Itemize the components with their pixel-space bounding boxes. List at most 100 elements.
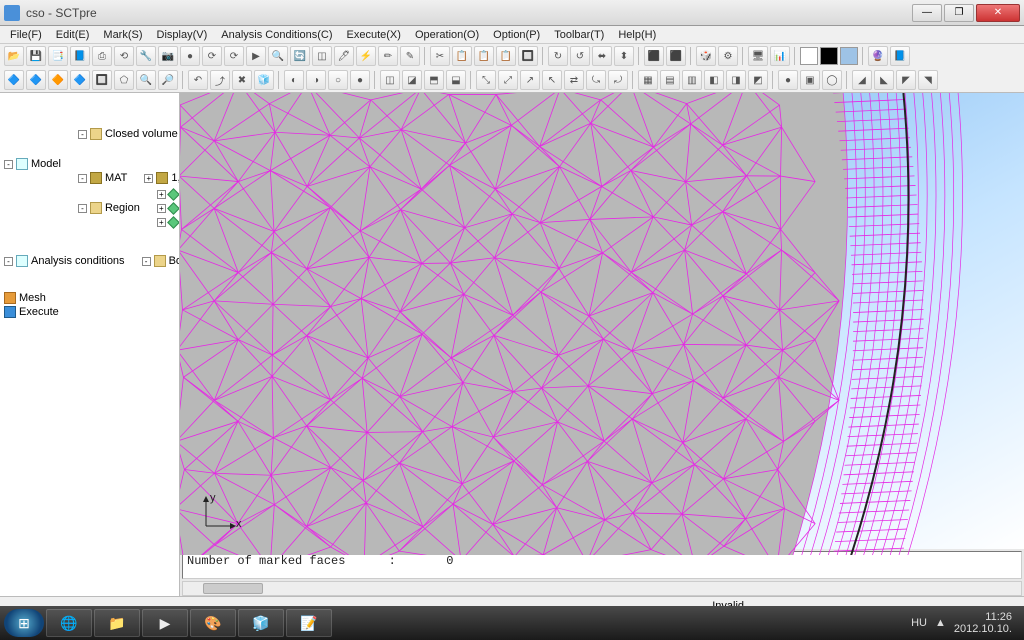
toolbar-button[interactable]: ◫	[312, 46, 332, 66]
taskbar-app[interactable]: 📁	[94, 609, 140, 637]
menu-display[interactable]: Display(V)	[151, 28, 214, 42]
toolbar-button[interactable]: ⟳	[202, 46, 222, 66]
maximize-button[interactable]: ❐	[944, 4, 974, 22]
toolbar-button[interactable]: ▤	[660, 70, 680, 90]
tree-region[interactable]: Region	[105, 202, 140, 214]
tree-scrollbar[interactable]	[182, 581, 1022, 596]
toolbar-button[interactable]: ⬍	[614, 46, 634, 66]
toolbar-button[interactable]: ▦	[638, 70, 658, 90]
toolbar-button[interactable]: ◧	[704, 70, 724, 90]
tray-clock[interactable]: 11:26 2012.10.10.	[954, 611, 1012, 635]
toolbar-button[interactable]: ⤢	[498, 70, 518, 90]
toolbar-button[interactable]: 📋	[496, 46, 516, 66]
menu-file[interactable]: File(F)	[4, 28, 48, 42]
tree-toggle[interactable]: -	[4, 160, 13, 169]
toolbar-button[interactable]: 📘	[70, 46, 90, 66]
toolbar-button[interactable]: ↻	[548, 46, 568, 66]
toolbar-button[interactable]: 🔍	[268, 46, 288, 66]
menu-help[interactable]: Help(H)	[612, 28, 662, 42]
toolbar-button[interactable]: 💾	[26, 46, 46, 66]
tree-panel[interactable]: -Model -Closed volume +0, MAT=0+1, MAT=1…	[0, 93, 180, 596]
toolbar-button[interactable]: 🖊	[334, 46, 354, 66]
toolbar-button[interactable]: ⚡	[356, 46, 376, 66]
scrollbar-thumb[interactable]	[203, 583, 263, 594]
toolbar-button[interactable]: ⤿	[586, 70, 606, 90]
tree-toggle[interactable]: +	[157, 204, 166, 213]
toolbar-button[interactable]: 🔲	[92, 70, 112, 90]
tree-closed-volume[interactable]: Closed volume	[105, 128, 178, 140]
toolbar-button[interactable]: 📊	[770, 46, 790, 66]
tree-toggle[interactable]: +	[157, 218, 166, 227]
toolbar-button[interactable]: ●	[778, 70, 798, 90]
toolbar-button[interactable]: 🔎	[158, 70, 178, 90]
menu-analysis conditions[interactable]: Analysis Conditions(C)	[215, 28, 338, 42]
color-swatch[interactable]	[800, 47, 818, 65]
toolbar-button[interactable]: ●	[350, 70, 370, 90]
toolbar-button[interactable]: ◣	[874, 70, 894, 90]
toolbar-button[interactable]: ◪	[402, 70, 422, 90]
output-console[interactable]: Number of marked faces : 0	[182, 551, 1022, 579]
menu-toolbar[interactable]: Toolbar(T)	[548, 28, 610, 42]
toolbar-button[interactable]: 🧊	[254, 70, 274, 90]
toolbar-button[interactable]: ▥	[682, 70, 702, 90]
toolbar-button[interactable]: ↶	[188, 70, 208, 90]
tree-toggle[interactable]: -	[4, 257, 13, 266]
toolbar-button[interactable]: ⬌	[592, 46, 612, 66]
minimize-button[interactable]: —	[912, 4, 942, 22]
toolbar-button[interactable]: ◐	[284, 70, 304, 90]
tree-toggle[interactable]: +	[157, 190, 166, 199]
toolbar-button[interactable]: ◥	[918, 70, 938, 90]
toolbar-button[interactable]: ⬛	[644, 46, 664, 66]
tree-bc[interactable]: Boundary conditions	[169, 255, 180, 267]
toolbar-button[interactable]: 🔍	[136, 70, 156, 90]
toolbar-button[interactable]: 📷	[158, 46, 178, 66]
toolbar-button[interactable]: ⬠	[114, 70, 134, 90]
toolbar-button[interactable]: 📋	[474, 46, 494, 66]
taskbar-app[interactable]: 🌐	[46, 609, 92, 637]
taskbar-app[interactable]: 📝	[286, 609, 332, 637]
toolbar-button[interactable]: ◢	[852, 70, 872, 90]
toolbar-button[interactable]: ⤴	[210, 70, 230, 90]
menu-mark[interactable]: Mark(S)	[97, 28, 148, 42]
tree-toggle[interactable]: -	[142, 257, 151, 266]
viewport-3d[interactable]: y x	[180, 93, 1024, 549]
toolbar-button[interactable]: 🔷	[4, 70, 24, 90]
menu-edit[interactable]: Edit(E)	[50, 28, 96, 42]
taskbar-app[interactable]: 🧊	[238, 609, 284, 637]
toolbar-button[interactable]: ⬓	[446, 70, 466, 90]
tree-toggle[interactable]: -	[78, 204, 87, 213]
close-button[interactable]: ✕	[976, 4, 1020, 22]
toolbar-button[interactable]: ●	[180, 46, 200, 66]
toolbar-button[interactable]: 🔄	[290, 46, 310, 66]
taskbar-app[interactable]: 🎨	[190, 609, 236, 637]
toolbar-button[interactable]: ✏	[378, 46, 398, 66]
toolbar-button[interactable]: ⚙	[718, 46, 738, 66]
toolbar-button[interactable]: 📑	[48, 46, 68, 66]
toolbar-button[interactable]: ◯	[822, 70, 842, 90]
toolbar-button[interactable]: ✖	[232, 70, 252, 90]
toolbar-button[interactable]: ◤	[896, 70, 916, 90]
toolbar-button[interactable]: 🔶	[48, 70, 68, 90]
toolbar-button[interactable]: ✂	[430, 46, 450, 66]
toolbar-button[interactable]: ⤾	[608, 70, 628, 90]
color-swatch[interactable]	[840, 47, 858, 65]
toolbar-button[interactable]: ⬒	[424, 70, 444, 90]
tree-item-label[interactable]: 1, water(incompressible	[171, 172, 180, 184]
menu-execute[interactable]: Execute(X)	[341, 28, 407, 42]
toolbar-button[interactable]: ✎	[400, 46, 420, 66]
toolbar-button[interactable]: ⟳	[224, 46, 244, 66]
toolbar-button[interactable]: ⟲	[114, 46, 134, 66]
system-tray[interactable]: HU ▲ 11:26 2012.10.10.	[911, 611, 1020, 635]
toolbar-button[interactable]: 📘	[890, 46, 910, 66]
toolbar-button[interactable]: 🔲	[518, 46, 538, 66]
toolbar-button[interactable]: 📂	[4, 46, 24, 66]
toolbar-button[interactable]: 🔷	[70, 70, 90, 90]
toolbar-button[interactable]: 🎲	[696, 46, 716, 66]
toolbar-button[interactable]: ↗	[520, 70, 540, 90]
tree-toggle[interactable]: -	[78, 174, 87, 183]
tree-root[interactable]: Model	[31, 158, 61, 170]
toolbar-button[interactable]: 🖥	[748, 46, 768, 66]
toolbar-button[interactable]: ⎙	[92, 46, 112, 66]
color-swatch[interactable]	[820, 47, 838, 65]
toolbar-button[interactable]: ◫	[380, 70, 400, 90]
